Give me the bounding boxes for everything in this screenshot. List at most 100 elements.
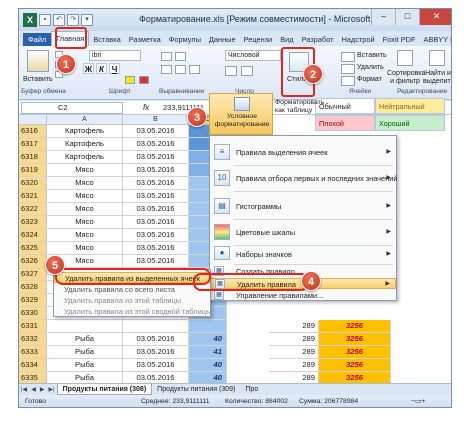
cell-date[interactable]: 03.05.2016 — [123, 359, 189, 372]
cell-extra-g[interactable]: 289 — [269, 346, 319, 359]
cell-extra-h[interactable]: 3256 — [319, 372, 391, 383]
conditional-formatting-button[interactable]: Условное форматирование — [209, 93, 273, 135]
find-select-button[interactable]: Найти и выделить — [423, 70, 451, 86]
cell-product[interactable]: Мясо — [47, 229, 123, 242]
cell-product[interactable]: Картофель — [47, 151, 123, 164]
submenu-clear-sheet[interactable]: Удалить правила со всего листа — [54, 284, 210, 295]
cell-product[interactable]: Мясо — [47, 190, 123, 203]
style-good[interactable]: Хороший — [375, 115, 445, 131]
column-header-b[interactable]: B — [123, 115, 189, 125]
cell-date[interactable]: 03.05.2016 — [123, 372, 189, 383]
paste-button[interactable]: Вставить — [23, 76, 53, 84]
cell-product[interactable]: Рыба — [47, 372, 123, 383]
name-box[interactable]: C2 — [21, 102, 123, 114]
cell-date[interactable]: 03.05.2016 — [123, 346, 189, 359]
tab-page-layout[interactable]: Разметка — [125, 33, 165, 46]
maximize-button[interactable]: □ — [395, 9, 419, 25]
row-number[interactable]: 6335 — [19, 372, 47, 383]
cell-product[interactable]: Картофель — [47, 125, 123, 138]
cell-value[interactable]: 41 — [189, 346, 227, 359]
style-bad[interactable]: Плохой — [315, 115, 375, 131]
zoom-slider-icon[interactable]: −▭+ — [411, 395, 425, 407]
sort-filter-button[interactable]: Сортировка и фильтр — [387, 70, 425, 86]
row-number[interactable]: 6327 — [19, 268, 47, 281]
tab-foxit[interactable]: Foxit PDF — [379, 33, 420, 46]
cell-date[interactable]: 03.05.2016 — [123, 151, 189, 164]
tab-formulas[interactable]: Формулы — [165, 33, 205, 46]
cell-date[interactable]: 03.05.2016 — [123, 255, 189, 268]
menu-manage-rules[interactable]: ▦ Управление правилами... — [210, 290, 396, 301]
tab-developer[interactable]: Разработ — [298, 33, 338, 46]
cell-date[interactable]: 03.05.2016 — [123, 177, 189, 190]
row-number[interactable]: 6330 — [19, 307, 47, 320]
format-cells-button[interactable]: Формат — [357, 76, 382, 84]
tab-view[interactable]: Вид — [276, 33, 297, 46]
cell-product[interactable]: Рыба — [47, 346, 123, 359]
row-number[interactable]: 6316 — [19, 125, 47, 138]
menu-color-scales[interactable]: Цветовые шкалы ▶ — [210, 220, 396, 244]
sheet-next-icon[interactable]: ▶ — [38, 386, 47, 393]
fill-color-icon[interactable] — [125, 76, 135, 84]
fx-icon[interactable]: fx — [143, 101, 149, 115]
cell-extra-h[interactable]: 3256 — [319, 346, 391, 359]
cell-extra-h[interactable]: 3256 — [319, 320, 391, 333]
row-number[interactable]: 6317 — [19, 138, 47, 151]
align-top-icon[interactable] — [161, 52, 172, 61]
row-number[interactable]: 6320 — [19, 177, 47, 190]
bold-button[interactable]: Ж — [83, 63, 94, 74]
row-number[interactable]: 6325 — [19, 242, 47, 255]
cell-product[interactable]: Рыба — [47, 359, 123, 372]
row-number[interactable]: 6331 — [19, 320, 47, 333]
cell-product[interactable]: Мясо — [47, 203, 123, 216]
row-number[interactable]: 6326 — [19, 255, 47, 268]
cell-product[interactable]: Мясо — [47, 216, 123, 229]
number-format-combo[interactable]: Числовой — [225, 50, 281, 61]
menu-top-bottom-rules[interactable]: 10 Правила отбора первых и последних знач… — [210, 166, 397, 190]
row-number[interactable]: 6333 — [19, 346, 47, 359]
select-all-corner[interactable] — [19, 115, 47, 125]
cell-date[interactable]: 03.05.2016 — [123, 138, 189, 151]
cell-date[interactable]: 03.05.2016 — [123, 203, 189, 216]
cell-product[interactable]: Мясо — [47, 242, 123, 255]
row-number[interactable]: 6323 — [19, 216, 47, 229]
tab-data[interactable]: Данные — [205, 33, 240, 46]
insert-cells-button[interactable]: Вставить — [357, 52, 387, 60]
align-center-icon[interactable] — [175, 65, 186, 74]
align-right-icon[interactable] — [189, 65, 200, 74]
cell-date[interactable]: 03.05.2016 — [123, 216, 189, 229]
tab-addins[interactable]: Надстрой — [337, 33, 378, 46]
style-neutral[interactable]: Нейтральный — [375, 98, 445, 114]
cell-value[interactable]: 40 — [189, 372, 227, 383]
menu-highlight-rules[interactable]: ≡ Правила выделения ячеек ▶ — [210, 140, 396, 164]
cell-date[interactable] — [123, 320, 189, 333]
cell-date[interactable]: 03.05.2016 — [123, 125, 189, 138]
cell-date[interactable]: 03.05.2016 — [123, 242, 189, 255]
sheet-first-icon[interactable]: |◀ — [19, 386, 29, 393]
sheet-tab-308[interactable]: Продукты питания (308) — [56, 384, 153, 395]
cell-product[interactable] — [47, 320, 123, 333]
cell-product[interactable]: Мясо — [47, 177, 123, 190]
format-as-table-button[interactable]: Форматировать как таблицу — [275, 99, 324, 115]
delete-cells-button[interactable]: Удалить — [357, 64, 384, 72]
insert-cells-icon[interactable] — [341, 52, 355, 62]
align-middle-icon[interactable] — [175, 52, 186, 61]
font-color-icon[interactable] — [139, 76, 149, 84]
cell-value[interactable]: 40 — [189, 333, 227, 346]
cell-value[interactable] — [189, 320, 227, 333]
underline-button[interactable]: Ч — [109, 63, 120, 74]
row-number[interactable]: 6328 — [19, 281, 47, 294]
sheet-tab-309[interactable]: Продукты питания (309) — [152, 384, 240, 395]
redo-icon[interactable]: ↷ — [67, 14, 79, 26]
row-number[interactable]: 6324 — [19, 229, 47, 242]
row-number[interactable]: 6319 — [19, 164, 47, 177]
undo-icon[interactable]: ↶ — [53, 14, 65, 26]
close-button[interactable]: ✕ — [419, 9, 451, 25]
format-cells-icon[interactable] — [341, 76, 355, 86]
menu-icon-sets[interactable]: ● Наборы значков ▶ — [210, 246, 396, 262]
cell-extra-g[interactable]: 289 — [269, 320, 319, 333]
cell-extra-g[interactable]: 289 — [269, 372, 319, 383]
cell-extra-h[interactable]: 3256 — [319, 359, 391, 372]
cell-extra-g[interactable]: 289 — [269, 359, 319, 372]
comma-style-icon[interactable] — [241, 66, 253, 76]
sort-filter-icon[interactable] — [397, 50, 413, 66]
